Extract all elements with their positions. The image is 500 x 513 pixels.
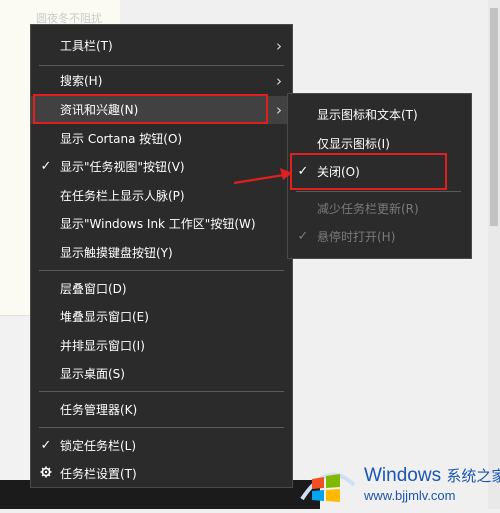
menu-item-label: 显示触摸键盘按钮(Y): [60, 246, 173, 260]
scrollbar-thumb[interactable]: [490, 8, 498, 226]
submenu-item-reduce-updates: 减少任务栏更新(R): [288, 195, 471, 223]
chevron-right-icon: ›: [276, 101, 282, 119]
menu-item-label: 并排显示窗口(I): [60, 339, 145, 353]
menu-separator: [39, 427, 284, 428]
watermark-url: www.bjjmlv.com: [364, 488, 456, 503]
menu-item-label: 显示"任务视图"按钮(V): [60, 160, 185, 174]
gear-icon: [39, 460, 53, 488]
menu-item-label: 堆叠显示窗口(E): [60, 310, 149, 324]
submenu-item-show-icon-and-text[interactable]: 显示图标和文本(T): [288, 101, 471, 129]
menu-item-label: 任务管理器(K): [60, 403, 138, 417]
submenu-item-label: 悬停时打开(H): [317, 230, 396, 244]
watermark-brand-en: Windows: [364, 465, 442, 486]
menu-item-label: 显示桌面(S): [60, 367, 125, 381]
menu-item-cascade-windows[interactable]: 层叠窗口(D): [31, 275, 292, 303]
news-and-interests-submenu: 显示图标和文本(T) 仅显示图标(I) ✓ 关闭(O) 减少任务栏更新(R) ✓…: [287, 93, 472, 259]
menu-item-label: 工具栏(T): [60, 39, 113, 53]
scrollbar[interactable]: [488, 0, 500, 509]
submenu-item-show-icon-only[interactable]: 仅显示图标(I): [288, 130, 471, 158]
submenu-item-label: 显示图标和文本(T): [317, 108, 418, 122]
menu-item-taskbar-settings[interactable]: 任务栏设置(T): [31, 460, 292, 488]
checkmark-icon: ✓: [40, 438, 52, 453]
menu-separator: [39, 391, 284, 392]
chevron-right-icon: ›: [276, 72, 282, 90]
menu-separator: [39, 270, 284, 271]
menu-item-label: 搜索(H): [60, 74, 103, 88]
menu-item-task-manager[interactable]: 任务管理器(K): [31, 396, 292, 424]
checkmark-icon: ✓: [297, 164, 309, 179]
watermark: Windows 系统之家 www.bjjmlv.com: [298, 455, 500, 509]
menu-item-label: 在任务栏上显示人脉(P): [60, 189, 185, 203]
windows-logo-icon: [300, 472, 356, 502]
menu-item-show-desktop[interactable]: 显示桌面(S): [31, 360, 292, 388]
checkmark-icon: ✓: [297, 229, 309, 244]
watermark-brand-cn: 系统之家: [446, 468, 500, 485]
submenu-item-label: 减少任务栏更新(R): [317, 202, 419, 216]
menu-item-toolbars[interactable]: 工具栏(T) ›: [31, 32, 292, 60]
menu-separator: [39, 65, 284, 66]
menu-item-label: 层叠窗口(D): [60, 282, 127, 296]
menu-item-lock-taskbar[interactable]: ✓ 锁定任务栏(L): [31, 432, 292, 460]
submenu-item-label: 仅显示图标(I): [317, 137, 390, 151]
submenu-item-open-on-hover: ✓ 悬停时打开(H): [288, 223, 471, 251]
checkmark-icon: ✓: [40, 159, 52, 174]
menu-item-label: 任务栏设置(T): [60, 467, 137, 481]
menu-item-search[interactable]: 搜索(H) ›: [31, 67, 292, 95]
submenu-item-label: 关闭(O): [317, 165, 360, 179]
menu-item-show-cortana[interactable]: 显示 Cortana 按钮(O): [31, 125, 292, 153]
menu-item-stack-windows[interactable]: 堆叠显示窗口(E): [31, 303, 292, 331]
red-arrow-icon: [233, 168, 292, 185]
menu-item-label: 资讯和兴趣(N): [60, 103, 139, 117]
menu-separator: [296, 191, 461, 192]
menu-item-label: 显示 Cortana 按钮(O): [60, 132, 183, 146]
menu-item-side-by-side[interactable]: 并排显示窗口(I): [31, 332, 292, 360]
taskbar-context-menu: 工具栏(T) › 搜索(H) › 资讯和兴趣(N) › 显示 Cortana 按…: [30, 24, 293, 488]
chevron-right-icon: ›: [276, 37, 282, 55]
menu-item-show-windows-ink[interactable]: 显示"Windows Ink 工作区"按钮(W): [31, 210, 292, 238]
watermark-brand: Windows 系统之家: [364, 465, 500, 487]
background-panel-lower: [0, 315, 30, 481]
menu-item-news-and-interests[interactable]: 资讯和兴趣(N) ›: [31, 96, 292, 124]
menu-item-label: 锁定任务栏(L): [60, 439, 137, 453]
menu-item-show-touch-keyboard[interactable]: 显示触摸键盘按钮(Y): [31, 239, 292, 267]
menu-item-label: 显示"Windows Ink 工作区"按钮(W): [60, 217, 256, 231]
submenu-item-turn-off[interactable]: ✓ 关闭(O): [288, 158, 471, 186]
